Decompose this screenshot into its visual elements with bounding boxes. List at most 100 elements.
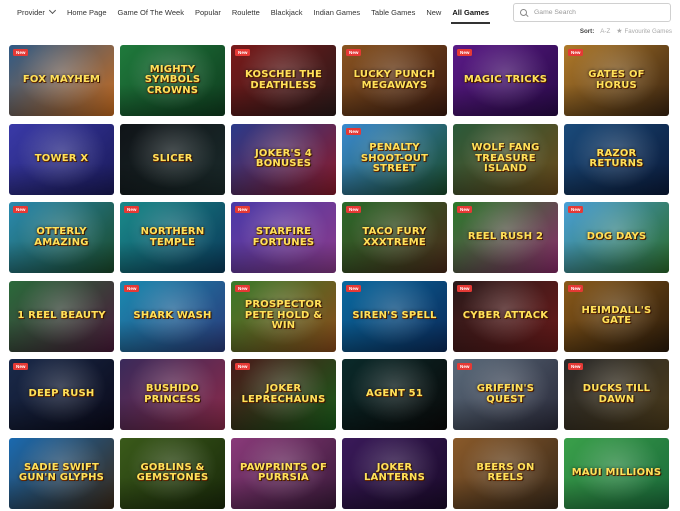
game-title: Sadie Swift Gun'n Glyphs: [18, 461, 105, 483]
search-input[interactable]: [534, 9, 662, 16]
game-tile[interactable]: Sadie Swift Gun'n Glyphs: [9, 437, 114, 509]
nav-link-new[interactable]: New: [426, 8, 441, 17]
game-tile[interactable]: New Otterly Amazing: [9, 202, 114, 273]
new-badge: New: [568, 284, 584, 292]
game-tile[interactable]: Mighty Symbols Crowns: [120, 45, 225, 116]
game-title: Otterly Amazing: [34, 226, 89, 248]
game-tile[interactable]: Pawprints of Purrsia: [231, 437, 336, 509]
game-tile[interactable]: New Cyber Attack: [453, 280, 558, 352]
game-title: Shark Wash: [133, 309, 212, 321]
game-title: 1 Reel Beauty: [17, 309, 106, 321]
game-title: Siren's Spell: [352, 309, 437, 321]
game-title: Prospector Pete Hold & Win: [244, 299, 323, 332]
new-badge: New: [346, 206, 362, 213]
nav-link-roulette[interactable]: Roulette: [232, 8, 260, 17]
game-tile[interactable]: Bushido Princess: [120, 359, 225, 430]
game-tile[interactable]: 1 Reel Beauty: [9, 280, 114, 352]
game-title: Cyber Attack: [462, 309, 549, 321]
new-badge: New: [346, 127, 362, 135]
game-title: Razor Returns: [589, 147, 644, 169]
game-title: Lucky Punch Megaways: [353, 69, 436, 91]
game-tile[interactable]: New Heimdall's Gate: [564, 280, 669, 352]
game-tile[interactable]: New Prospector Pete Hold & Win: [231, 280, 336, 352]
nav-link-indian-games[interactable]: Indian Games: [313, 8, 360, 17]
game-tile[interactable]: New Magic Tricks: [453, 45, 558, 116]
new-badge: New: [235, 49, 251, 56]
game-tile[interactable]: Maui Millions: [564, 437, 669, 509]
new-badge: New: [568, 206, 584, 213]
new-badge: New: [235, 206, 251, 213]
game-tile[interactable]: New Joker Leprechauns: [231, 359, 336, 430]
game-tile[interactable]: New Dog Days: [564, 202, 669, 273]
game-title: Tower X: [34, 152, 89, 164]
game-title: Northern Temple: [140, 226, 205, 248]
game-tile[interactable]: Goblins & Gemstones: [120, 437, 225, 509]
games-grid: New Fox Mayhem Mighty Symbols Crowns New Kos…: [9, 45, 669, 509]
game-tile[interactable]: New Reel Rush 2: [453, 202, 558, 273]
game-tile[interactable]: Joker's 4 Bonuses: [231, 123, 336, 195]
new-badge: New: [235, 363, 251, 370]
new-badge: New: [457, 206, 473, 213]
new-badge: New: [346, 284, 362, 292]
new-badge: New: [568, 49, 584, 56]
game-tile[interactable]: New Koschei The Deathless: [231, 45, 336, 116]
sort-az-button[interactable]: A-Z: [600, 28, 610, 35]
favourite-games-button[interactable]: ★ Favourite Games: [616, 27, 672, 36]
game-tile[interactable]: Razor Returns: [564, 123, 669, 195]
nav-link-blackjack[interactable]: Blackjack: [271, 8, 303, 17]
new-badge: New: [457, 284, 473, 292]
game-title: Ducks till Dawn: [582, 383, 651, 405]
game-tile[interactable]: New Taco Fury XXXtreme: [342, 202, 447, 273]
nav-link-table-games[interactable]: Table Games: [371, 8, 415, 17]
new-badge: New: [457, 49, 473, 56]
chevron-down-icon: [48, 6, 56, 15]
game-title: Bushido Princess: [144, 383, 201, 405]
nav-link-home-page[interactable]: Home Page: [67, 8, 107, 17]
game-title: Beers on Reels: [476, 461, 535, 483]
game-tile[interactable]: Beers on Reels: [453, 437, 558, 509]
nav-link-popular[interactable]: Popular: [195, 8, 221, 17]
game-title: Heimdall's Gate: [581, 304, 652, 326]
game-tile[interactable]: Joker Lanterns: [342, 437, 447, 509]
game-title: Dog Days: [586, 231, 647, 243]
game-tile[interactable]: New Lucky Punch Megaways: [342, 45, 447, 116]
game-title: Gates of Horus: [588, 69, 645, 91]
game-tile[interactable]: New Gates of Horus: [564, 45, 669, 116]
game-tile[interactable]: Wolf Fang Treasure Island: [453, 123, 558, 195]
game-title: Griffin's Quest: [476, 383, 535, 405]
game-search[interactable]: [513, 3, 671, 22]
game-tile[interactable]: New Shark Wash: [120, 280, 225, 352]
game-tile[interactable]: New Starfire Fortunes: [231, 202, 336, 273]
star-icon: ★: [616, 28, 623, 35]
game-tile[interactable]: New Ducks till Dawn: [564, 359, 669, 430]
game-title: Taco Fury XXXtreme: [362, 226, 427, 248]
game-title: Agent 51: [366, 388, 423, 400]
new-badge: New: [568, 363, 584, 370]
nav-link-all-games[interactable]: All Games: [451, 8, 490, 24]
game-tile[interactable]: Tower X: [9, 123, 114, 195]
new-badge: New: [457, 363, 473, 370]
nav-link-game-of-the-week[interactable]: Game Of The Week: [118, 8, 184, 17]
game-tile[interactable]: Agent 51: [342, 359, 447, 430]
nav-links: Home Page Game Of The Week Popular Roulette…: [67, 8, 490, 24]
new-badge: New: [124, 284, 140, 292]
provider-label: Provider: [17, 7, 45, 17]
game-tile[interactable]: Slicer: [120, 123, 225, 195]
provider-dropdown[interactable]: Provider: [17, 6, 56, 17]
game-tile[interactable]: New Penalty Shoot-Out Street: [342, 123, 447, 195]
favourite-games-label: Favourite Games: [624, 27, 672, 35]
sort-bar: Sort: A-Z ★ Favourite Games: [580, 27, 672, 36]
game-title: Magic Tricks: [463, 74, 548, 86]
game-tile[interactable]: New Northern Temple: [120, 202, 225, 273]
game-title: Deep Rush: [28, 388, 95, 400]
game-tile[interactable]: New Siren's Spell: [342, 280, 447, 352]
game-title: Reel Rush 2: [467, 231, 544, 243]
new-badge: New: [346, 49, 362, 56]
game-title: Pawprints of Purrsia: [239, 461, 328, 483]
new-badge: New: [13, 49, 29, 56]
game-title: Slicer: [152, 152, 193, 164]
game-tile[interactable]: New Deep Rush: [9, 359, 114, 430]
game-tile[interactable]: New Griffin's Quest: [453, 359, 558, 430]
game-tile[interactable]: New Fox Mayhem: [9, 45, 114, 116]
game-title: Koschei The Deathless: [245, 69, 322, 91]
